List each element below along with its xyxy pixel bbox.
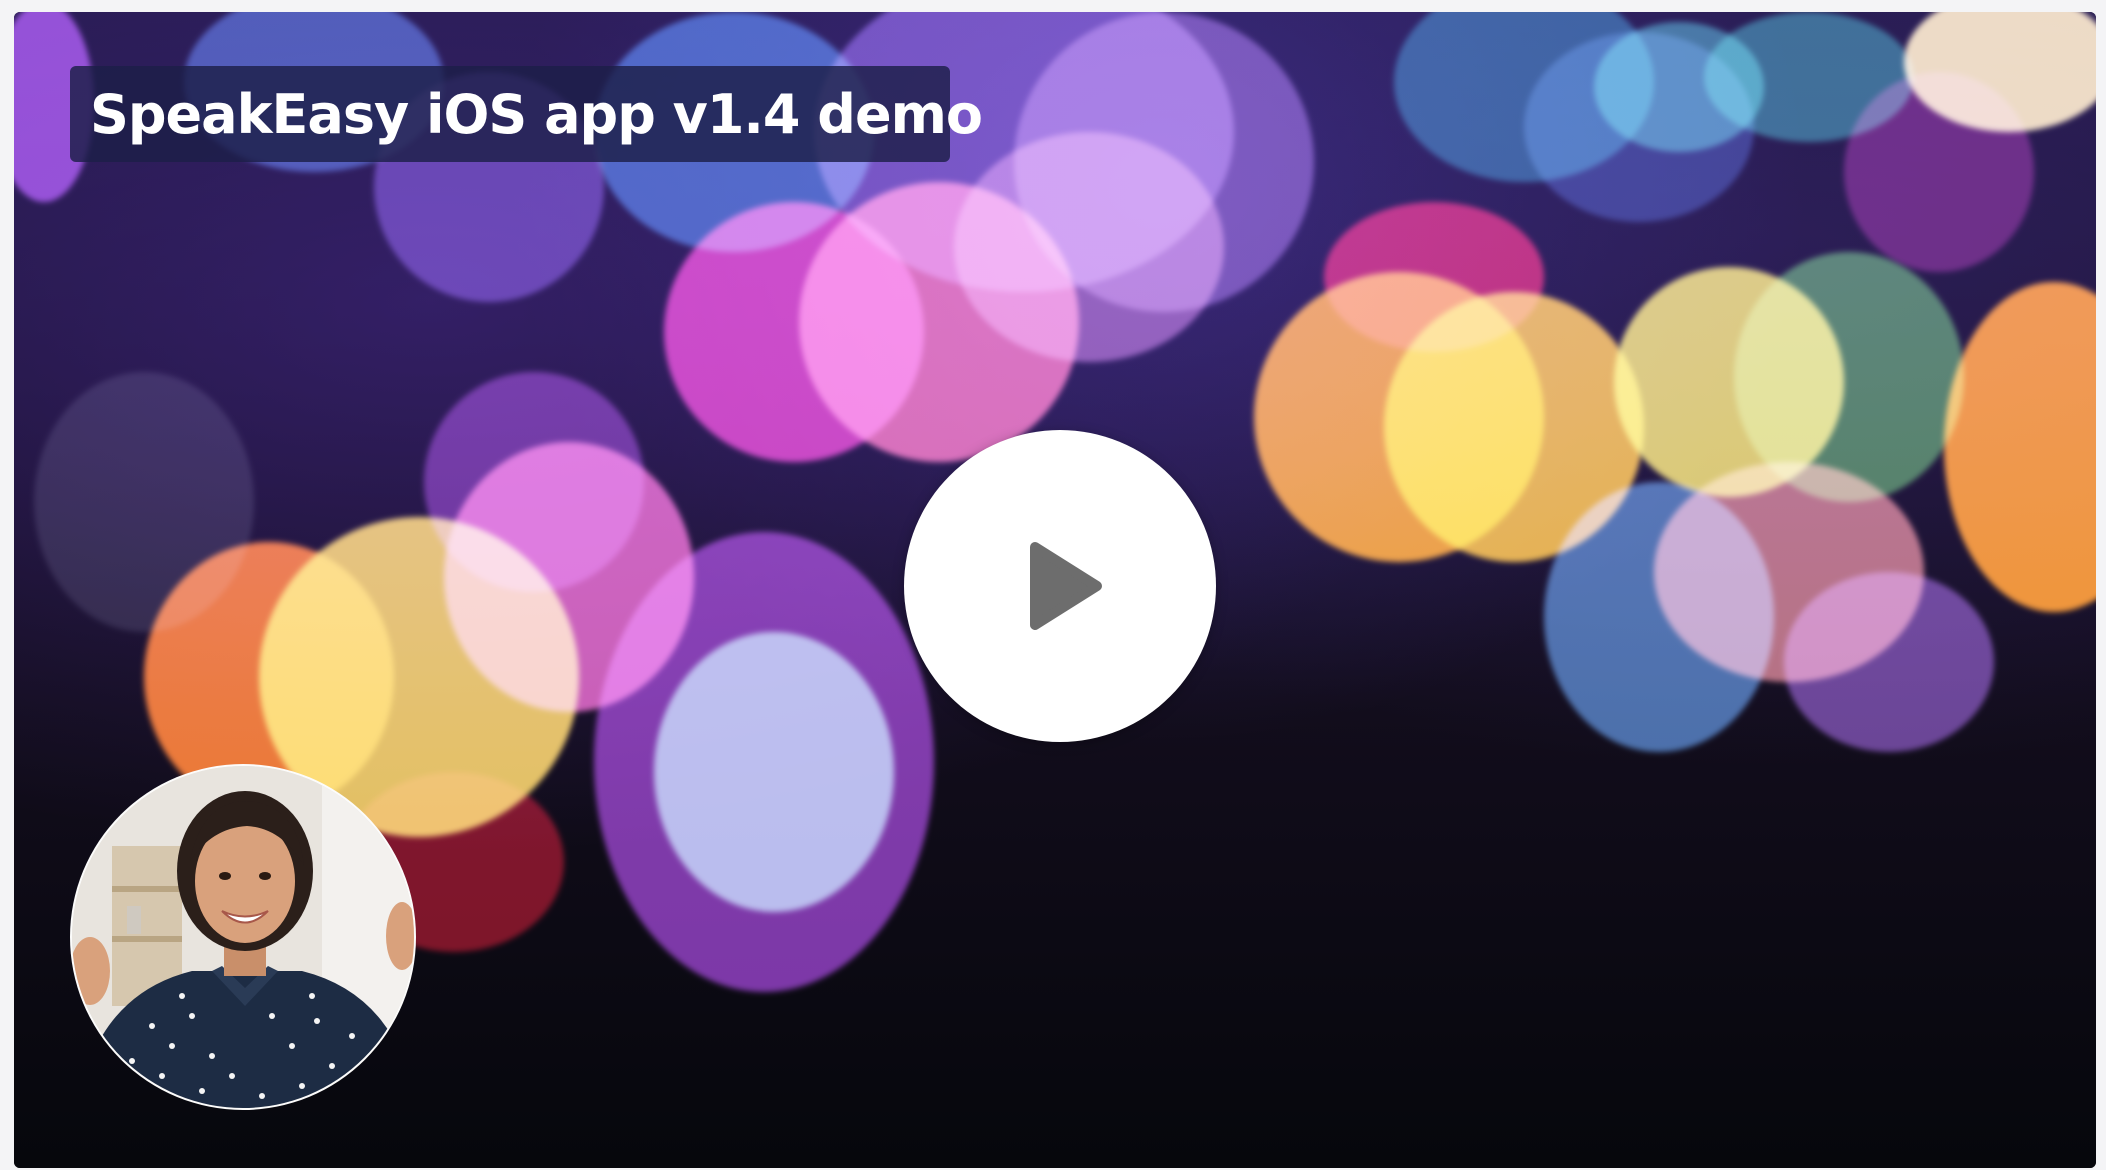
bokeh-light bbox=[1784, 572, 1994, 752]
video-player[interactable]: SpeakEasy iOS app v1.4 demo bbox=[14, 12, 2096, 1168]
bokeh-light bbox=[1944, 282, 2096, 612]
presenter-avatar bbox=[70, 764, 416, 1110]
bokeh-light bbox=[1524, 32, 1754, 222]
play-button[interactable] bbox=[904, 430, 1216, 742]
presenter-photo bbox=[72, 766, 414, 1108]
video-title: SpeakEasy iOS app v1.4 demo bbox=[90, 82, 983, 146]
play-triangle-icon bbox=[1030, 542, 1102, 630]
bokeh-light bbox=[654, 632, 894, 912]
bokeh-light bbox=[954, 132, 1224, 362]
video-title-banner: SpeakEasy iOS app v1.4 demo bbox=[70, 66, 983, 162]
bokeh-light bbox=[1844, 72, 2034, 272]
